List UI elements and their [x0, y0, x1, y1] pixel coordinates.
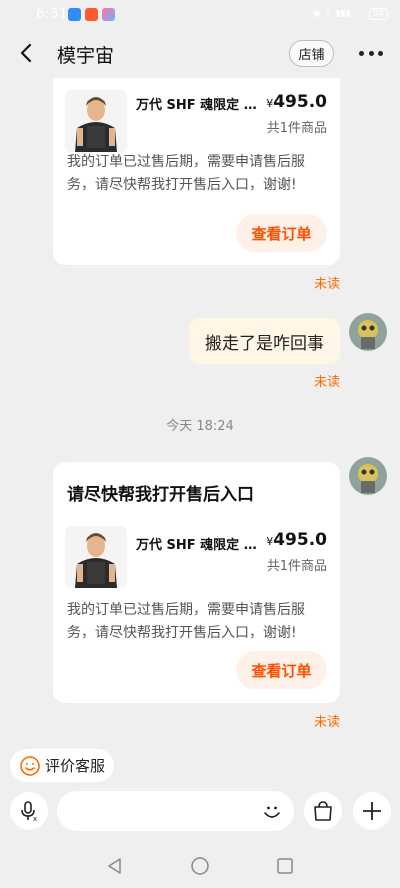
chevron-left-icon	[20, 43, 32, 63]
store-button[interactable]: 店铺	[289, 40, 334, 67]
circle-home-icon	[191, 857, 209, 875]
svg-text:x: x	[33, 815, 37, 822]
more-actions-button[interactable]	[353, 792, 391, 830]
nav-home-button[interactable]	[190, 856, 210, 880]
product-count: 共1件商品	[266, 559, 327, 574]
back-button[interactable]	[14, 40, 40, 66]
order-card: 万代 SHF 魂限定 … ¥495.0 共1件商品 我的订单已过售后期，需要申请…	[53, 78, 340, 265]
order-card: 请尽快帮我打开售后入口 万代 SHF 魂限定 … ¥495.0 共1件商品 我的…	[53, 462, 340, 703]
more-dot	[368, 50, 374, 56]
eye-icon: ◉	[312, 9, 321, 19]
product-price: ¥495.0	[266, 92, 327, 112]
more-options-button[interactable]	[355, 40, 387, 66]
app-notification-icon	[102, 7, 115, 21]
product-thumbnail[interactable]	[65, 90, 127, 152]
more-dot	[359, 50, 364, 56]
status-indicators: ◉ ᛒ ▮▮▮ ◠ 94	[313, 8, 388, 20]
emoji-button[interactable]	[260, 800, 284, 824]
nav-back-button[interactable]	[106, 857, 124, 879]
square-recents-icon	[277, 858, 293, 874]
signal-icon: ▮▮▮	[335, 9, 351, 19]
nav-recents-button[interactable]	[276, 857, 294, 879]
unread-status: 未读	[313, 277, 340, 292]
product-price: ¥495.0	[266, 530, 327, 550]
unread-status: 未读	[313, 375, 340, 390]
battery-indicator: 94	[368, 8, 388, 20]
user-avatar[interactable]	[349, 457, 387, 495]
order-note: 我的订单已过售后期，需要申请售后服务，请尽快帮我打开售后入口，谢谢!	[67, 602, 305, 641]
product-name: 万代 SHF 魂限定 …	[136, 98, 257, 113]
message-input-bar: x	[0, 787, 400, 833]
wifi-icon: ◠	[355, 9, 364, 19]
rate-service-label: 评价客服	[45, 757, 106, 775]
plus-icon	[363, 802, 381, 820]
shopping-bag-icon	[314, 801, 332, 821]
voice-input-button[interactable]: x	[10, 792, 48, 830]
unread-status: 未读	[313, 715, 340, 730]
triangle-back-icon	[108, 858, 121, 874]
notification-icons	[68, 7, 115, 21]
order-note: 我的订单已过售后期，需要申请售后服务，请尽快帮我打开售后入口，谢谢!	[67, 154, 305, 193]
shopping-bag-button[interactable]	[304, 792, 342, 830]
view-order-button[interactable]: 查看订单	[236, 214, 327, 252]
card-title: 请尽快帮我打开售后入口	[67, 485, 254, 505]
app-notification-icon	[85, 7, 98, 21]
rate-service-button[interactable]: 评价客服	[10, 749, 114, 782]
message-timestamp: 今天 18:24	[166, 419, 234, 434]
message-input[interactable]	[57, 791, 294, 831]
system-nav-bar	[0, 845, 400, 888]
chat-header: 模宇宙 店铺	[0, 28, 400, 78]
chat-title: 模宇宙	[57, 45, 115, 67]
message-bubble[interactable]: 搬走了是咋回事	[189, 318, 340, 364]
emoji-icon	[264, 806, 280, 818]
app-notification-icon	[68, 7, 81, 21]
product-count: 共1件商品	[266, 121, 327, 136]
user-avatar[interactable]	[349, 313, 387, 351]
smiley-icon	[20, 755, 40, 776]
view-order-button[interactable]: 查看订单	[236, 651, 327, 689]
product-thumbnail[interactable]	[65, 526, 127, 588]
microphone-icon: x	[21, 801, 37, 822]
product-name: 万代 SHF 魂限定 …	[136, 538, 257, 553]
status-bar: 6:31 ◉ ᛒ ▮▮▮ ◠ 94	[0, 0, 400, 28]
more-dot	[378, 50, 383, 56]
bluetooth-icon: ᛒ	[325, 9, 331, 19]
status-time: 6:31	[36, 6, 68, 22]
